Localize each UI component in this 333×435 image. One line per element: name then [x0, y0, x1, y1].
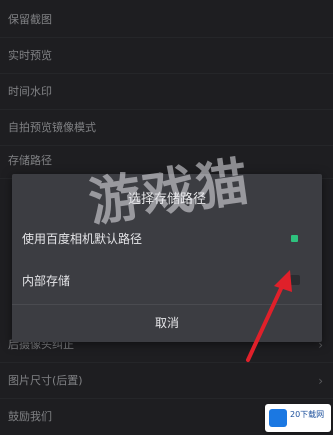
badge-text: 20下载网	[290, 410, 325, 419]
radio-selected-icon[interactable]	[291, 235, 298, 242]
option-label: 使用百度相机默认路径	[22, 232, 143, 246]
logo-icon	[269, 409, 287, 427]
site-logo-badge: 20下载网	[265, 404, 331, 432]
red-arrow-icon	[246, 270, 292, 362]
option-default-path[interactable]: 使用百度相机默认路径	[12, 224, 322, 254]
option-label: 内部存储	[22, 274, 71, 288]
